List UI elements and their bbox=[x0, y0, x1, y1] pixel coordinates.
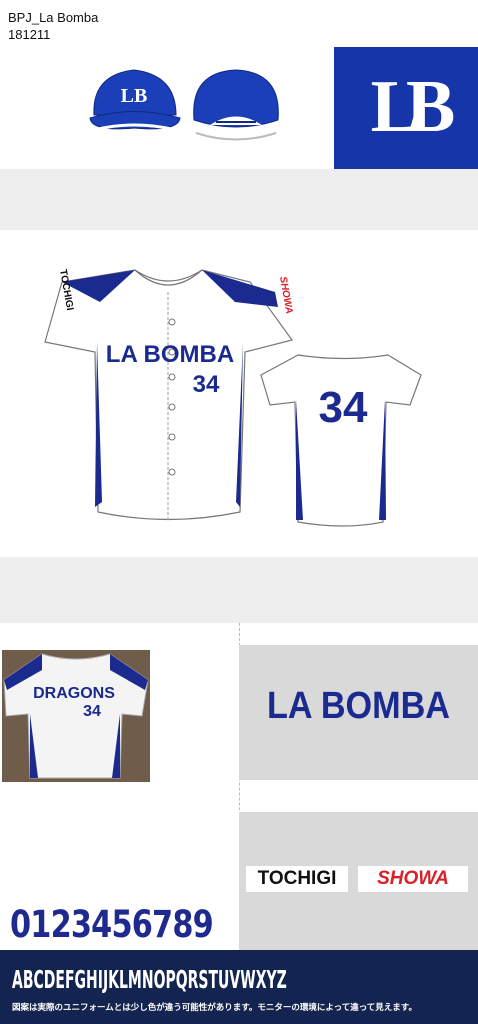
lb-logo-panel: LB bbox=[334, 47, 478, 169]
alphabet-font-sample: ABCDEFGHIJKLMNOPQRSTUVWXYZ bbox=[12, 965, 287, 994]
jersey-front: LA BOMBA 34 TOCHIGI SHOWA bbox=[44, 269, 294, 521]
jersey-front-chest-text: LA BOMBA bbox=[106, 341, 234, 368]
jersey-back: 34 bbox=[260, 354, 422, 527]
showa-tag-text: SHOWA bbox=[377, 868, 449, 889]
photo-chest-text: DRAGONS bbox=[33, 685, 115, 702]
lb-logo-text: LB bbox=[370, 66, 456, 148]
showa-tag: SHOWA bbox=[358, 866, 468, 892]
color-disclaimer: 図案は実際のユニフォームとは少し色が違う可能性があります。モニターの環境によって… bbox=[12, 1002, 417, 1012]
jersey-front-number: 34 bbox=[193, 371, 220, 398]
cap-front-icon: LB bbox=[89, 69, 181, 132]
svg-text:LB: LB bbox=[121, 85, 148, 107]
cap-back-icon bbox=[193, 69, 279, 141]
design-title: BPJ_La Bomba bbox=[8, 10, 99, 25]
wordmark-text: LA BOMBA bbox=[266, 685, 451, 727]
sample-jersey-photo: DRAGONS 34 bbox=[2, 650, 150, 782]
divider-band bbox=[0, 557, 478, 623]
design-date: 181211 bbox=[8, 27, 51, 42]
number-font-sample: 0123456789 bbox=[10, 903, 214, 946]
jersey-sleeve-right-text: SHOWA bbox=[277, 276, 294, 315]
cap-illustrations: LB bbox=[89, 69, 279, 141]
tochigi-tag: TOCHIGI bbox=[246, 866, 348, 892]
photo-number: 34 bbox=[83, 703, 101, 720]
tochigi-tag-text: TOCHIGI bbox=[257, 868, 337, 889]
jersey-back-number: 34 bbox=[319, 383, 368, 432]
divider-band bbox=[0, 169, 478, 230]
wordmark-panel: LA BOMBA bbox=[239, 645, 478, 780]
